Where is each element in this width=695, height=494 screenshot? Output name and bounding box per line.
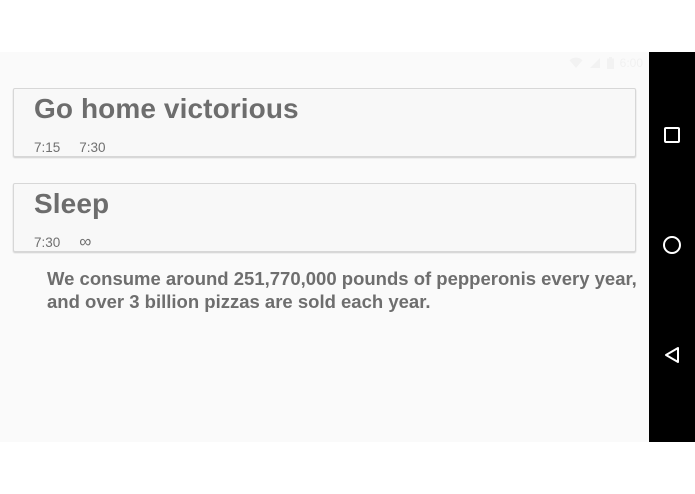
navigation-bar	[649, 52, 695, 442]
start-time: 7:30	[34, 235, 61, 250]
end-time: ∞	[79, 232, 92, 251]
recents-icon	[663, 126, 681, 149]
card-times: 7:30 ∞	[34, 232, 92, 251]
battery-icon	[606, 57, 614, 69]
device-frame: 6:00 Go home victorious 7:15 7:30 Sleep …	[0, 52, 695, 442]
app-screen: 6:00 Go home victorious 7:15 7:30 Sleep …	[0, 52, 649, 442]
back-button[interactable]	[649, 337, 695, 377]
pizza-fact-text: We consume around 251,770,000 pounds of …	[47, 268, 637, 312]
status-time: 6:00	[619, 56, 643, 70]
card-title: Go home victorious	[34, 93, 299, 124]
status-bar: 6:00	[0, 52, 649, 74]
card-title: Sleep	[34, 188, 110, 219]
cell-signal-icon	[589, 57, 601, 69]
home-icon	[662, 235, 682, 260]
recents-button[interactable]	[649, 117, 695, 157]
end-time: 7:30	[79, 140, 106, 155]
schedule-card-go-home[interactable]: Go home victorious 7:15 7:30	[13, 88, 636, 157]
start-time: 7:15	[34, 140, 61, 155]
home-button[interactable]	[649, 227, 695, 267]
schedule-card-sleep[interactable]: Sleep 7:30 ∞	[13, 183, 636, 252]
back-icon	[663, 346, 681, 369]
card-times: 7:15 7:30	[34, 140, 106, 155]
status-icons: 6:00	[569, 56, 643, 70]
wifi-icon	[569, 57, 583, 69]
